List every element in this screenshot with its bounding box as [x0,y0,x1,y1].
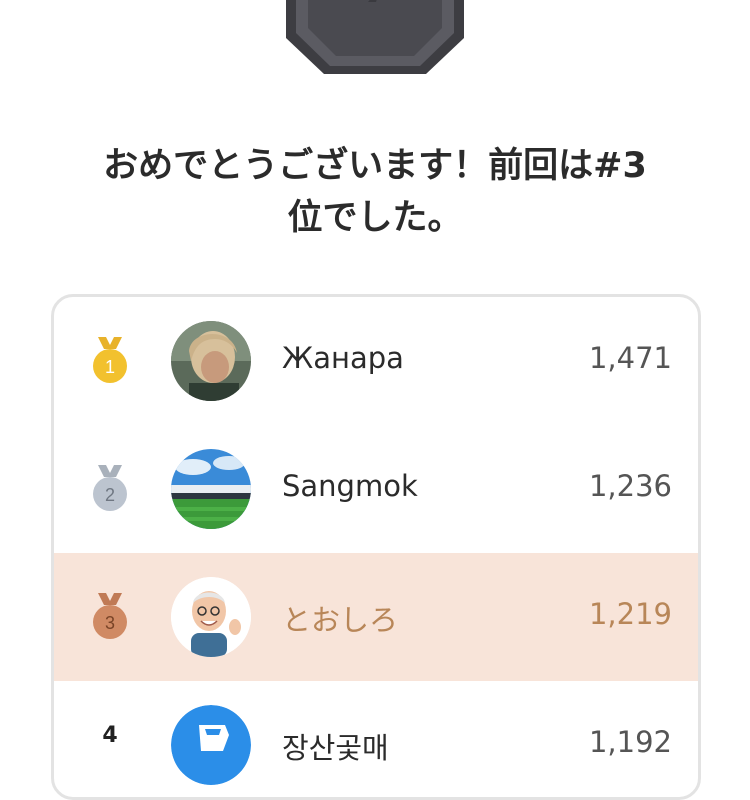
avatar[interactable] [171,577,251,657]
medal-rank-text: 1 [105,357,115,377]
player-score: 1,219 [588,597,672,631]
player-name: Жанара [282,341,404,375]
player-score: 1,236 [588,469,672,503]
medal-rank-text: 2 [105,485,115,505]
avatar[interactable] [171,705,251,785]
leaderboard-row-4[interactable]: 4 장산곷매 1,192 [54,681,698,797]
title-line-2: 位でした。 [287,198,463,238]
silver-medal-icon: 2 [93,465,127,511]
leaderboard-row-3[interactable]: 3 とおしろ 1,219 [54,553,698,681]
title-line-1: おめでとうございます！前回は#3 [103,146,647,186]
medal-rank-text: 3 [105,613,115,633]
leaderboard-row-1[interactable]: 1 Жанара 1,471 [54,297,698,425]
rank-number: 4 [102,723,118,748]
bronze-medal-icon: 3 [93,593,127,639]
player-score: 1,471 [588,341,672,375]
player-name: とおしろ [282,603,399,637]
avatar[interactable] [171,321,251,401]
player-name: Sangmok [282,469,418,503]
avatar[interactable] [171,449,251,529]
hexagon-badge-icon [286,0,464,76]
player-name: 장산곷매 [282,731,389,765]
leaderboard-row-2[interactable]: 2 Sangmok 1,236 [54,425,698,553]
leaderboard: 1 Жанара 1,471 2 Sangmok 1,236 3 とおしろ 1,… [51,294,701,800]
gold-medal-icon: 1 [93,337,127,383]
player-score: 1,192 [588,725,672,759]
page-title: おめでとうございます！前回は#3 位でした。 [40,140,710,244]
